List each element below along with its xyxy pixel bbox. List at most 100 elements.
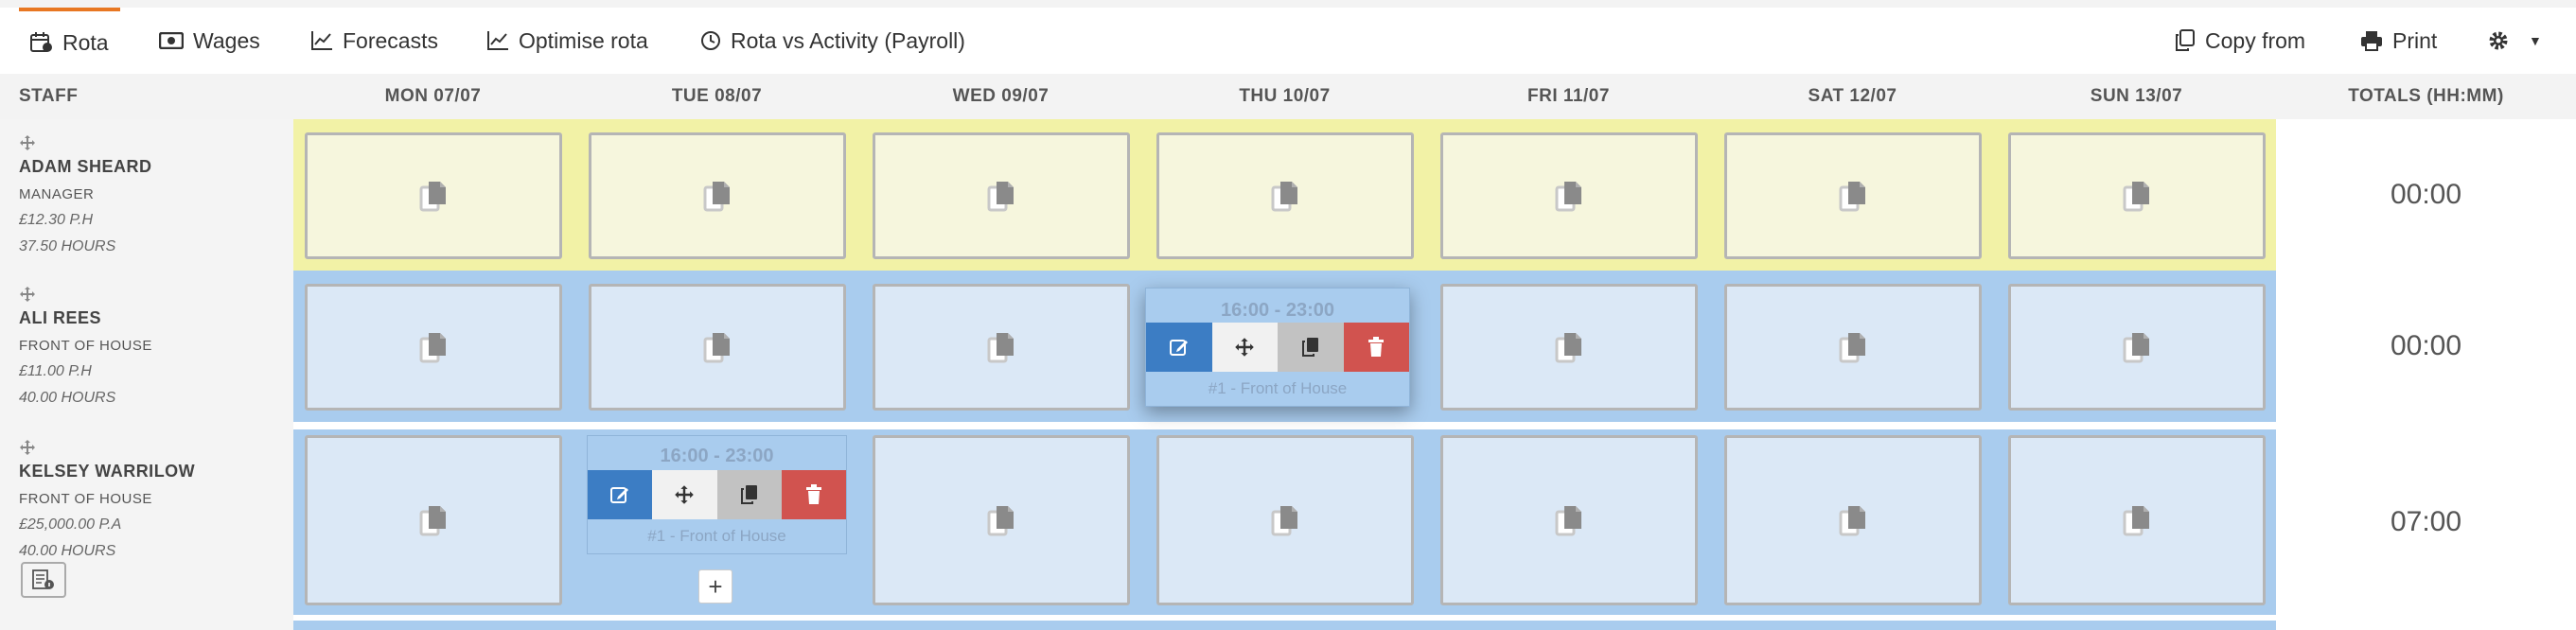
shift-time: 16:00 - 23:00 (660, 446, 774, 466)
gear-icon (2489, 31, 2508, 50)
paste-icon (703, 182, 730, 212)
tab-label: Forecasts (343, 27, 438, 53)
empty-day-cell[interactable] (1724, 132, 1982, 259)
paste-icon (2123, 182, 2149, 212)
tab-optimise-rota[interactable]: Optimise rota (486, 8, 648, 74)
trash-icon (1368, 337, 1385, 357)
move-shift-button[interactable] (652, 470, 717, 519)
paste-icon (2123, 333, 2149, 363)
tab-label: Optimise rota (519, 27, 648, 53)
copy-from-button[interactable]: Copy from (2175, 8, 2305, 74)
move-icon[interactable] (19, 134, 36, 151)
empty-day-cell[interactable] (873, 132, 1130, 259)
edit-shift-button[interactable] (1146, 323, 1212, 372)
empty-day-cell[interactable] (1724, 284, 1982, 411)
row-bg-foh (293, 621, 2276, 630)
row-separator (293, 422, 2276, 429)
empty-day-cell[interactable] (1440, 284, 1698, 411)
paste-icon (419, 333, 446, 363)
paste-icon (1839, 333, 1865, 363)
add-shift-button[interactable]: + (698, 569, 732, 604)
paste-icon (1271, 182, 1297, 212)
tab-rota-vs-activity[interactable]: Rota vs Activity (Payroll) (700, 8, 965, 74)
paste-icon (1839, 506, 1865, 536)
empty-day-cell[interactable] (1156, 435, 1414, 605)
tab-rota[interactable]: Rota (19, 8, 120, 74)
empty-day-cell[interactable] (1156, 132, 1414, 259)
tab-label: Rota vs Activity (Payroll) (731, 27, 965, 53)
move-icon[interactable] (19, 286, 36, 303)
move-shift-button[interactable] (1211, 323, 1278, 372)
edit-icon (610, 487, 629, 503)
staff-rate: £11.00 P.H (19, 363, 92, 379)
shift-actions (1146, 323, 1409, 372)
paste-icon (419, 506, 446, 536)
header-day: TUE 08/07 (671, 86, 763, 106)
shift-actions (588, 470, 846, 519)
empty-day-cell[interactable] (2008, 284, 2266, 411)
tab-wages[interactable]: Wages (159, 8, 260, 74)
staff-info: ALI REES FRONT OF HOUSE £11.00 P.H 40.00… (19, 286, 152, 416)
staff-role: MANAGER (19, 186, 95, 202)
copy-shift-button[interactable] (1278, 323, 1344, 372)
clock-icon (701, 31, 720, 50)
staff-rate: £25,000.00 P.A (19, 516, 122, 533)
empty-day-cell[interactable] (2008, 435, 2266, 605)
copy-from-label: Copy from (2205, 27, 2306, 53)
header-staff: STAFF (19, 86, 79, 106)
settings-dropdown[interactable]: ▼ (2487, 8, 2542, 74)
print-button[interactable]: Print (2360, 8, 2437, 74)
edit-icon (1169, 340, 1188, 356)
row-total: 07:00 (2390, 506, 2462, 537)
shift-position: #1 - Front of House (1208, 379, 1348, 397)
empty-day-cell[interactable] (305, 132, 562, 259)
empty-day-cell[interactable] (1440, 132, 1698, 259)
empty-day-cell[interactable] (1724, 435, 1982, 605)
empty-day-cell[interactable] (305, 284, 562, 411)
paste-icon (987, 333, 1014, 363)
paste-icon (1555, 333, 1581, 363)
empty-day-cell[interactable] (873, 435, 1130, 605)
copy-icon (740, 485, 757, 504)
move-icon (1235, 338, 1255, 357)
edit-shift-button[interactable] (588, 470, 653, 519)
staff-name: ALI REES (19, 308, 102, 327)
empty-day-cell[interactable] (2008, 132, 2266, 259)
header-totals: TOTALS (HH:MM) (2348, 86, 2504, 106)
print-icon (2361, 31, 2382, 51)
paste-icon (419, 182, 446, 212)
money-icon (159, 32, 184, 49)
staff-hours: 40.00 HOURS (19, 390, 116, 406)
staff-info: ADAM SHEARD MANAGER £12.30 P.H 37.50 HOU… (19, 134, 152, 265)
paste-icon (1555, 182, 1581, 212)
calendar-icon (30, 32, 52, 52)
empty-day-cell[interactable] (589, 132, 846, 259)
empty-day-cell[interactable] (873, 284, 1130, 411)
notes-button[interactable] (21, 562, 66, 598)
header-day: THU 10/07 (1239, 86, 1331, 106)
staff-role: FRONT OF HOUSE (19, 338, 152, 354)
shift-card[interactable]: 16:00 - 23:00 #1 - Front of House (1145, 288, 1410, 407)
tab-forecasts[interactable]: Forecasts (310, 8, 438, 74)
paste-icon (1839, 182, 1865, 212)
paste-icon (987, 182, 1014, 212)
top-strip (0, 0, 2576, 8)
copy-shift-button[interactable] (716, 470, 782, 519)
line-chart-icon (487, 31, 508, 50)
paste-icon (1271, 506, 1297, 536)
empty-day-cell[interactable] (589, 284, 846, 411)
paste-icon (987, 506, 1014, 536)
empty-day-cell[interactable] (305, 435, 562, 605)
paste-icon (703, 333, 730, 363)
move-icon[interactable] (19, 439, 36, 456)
staff-hours: 40.00 HOURS (19, 543, 116, 559)
row-total: 00:00 (2390, 330, 2462, 361)
paste-icon (1555, 506, 1581, 536)
empty-day-cell[interactable] (1440, 435, 1698, 605)
shift-card[interactable]: 16:00 - 23:00 #1 - Front of House (587, 435, 847, 554)
delete-shift-button[interactable] (781, 470, 846, 519)
header-day: FRI 11/07 (1527, 86, 1610, 106)
row-total: 00:00 (2390, 179, 2462, 210)
delete-shift-button[interactable] (1343, 323, 1409, 372)
shift-position: #1 - Front of House (647, 527, 786, 545)
